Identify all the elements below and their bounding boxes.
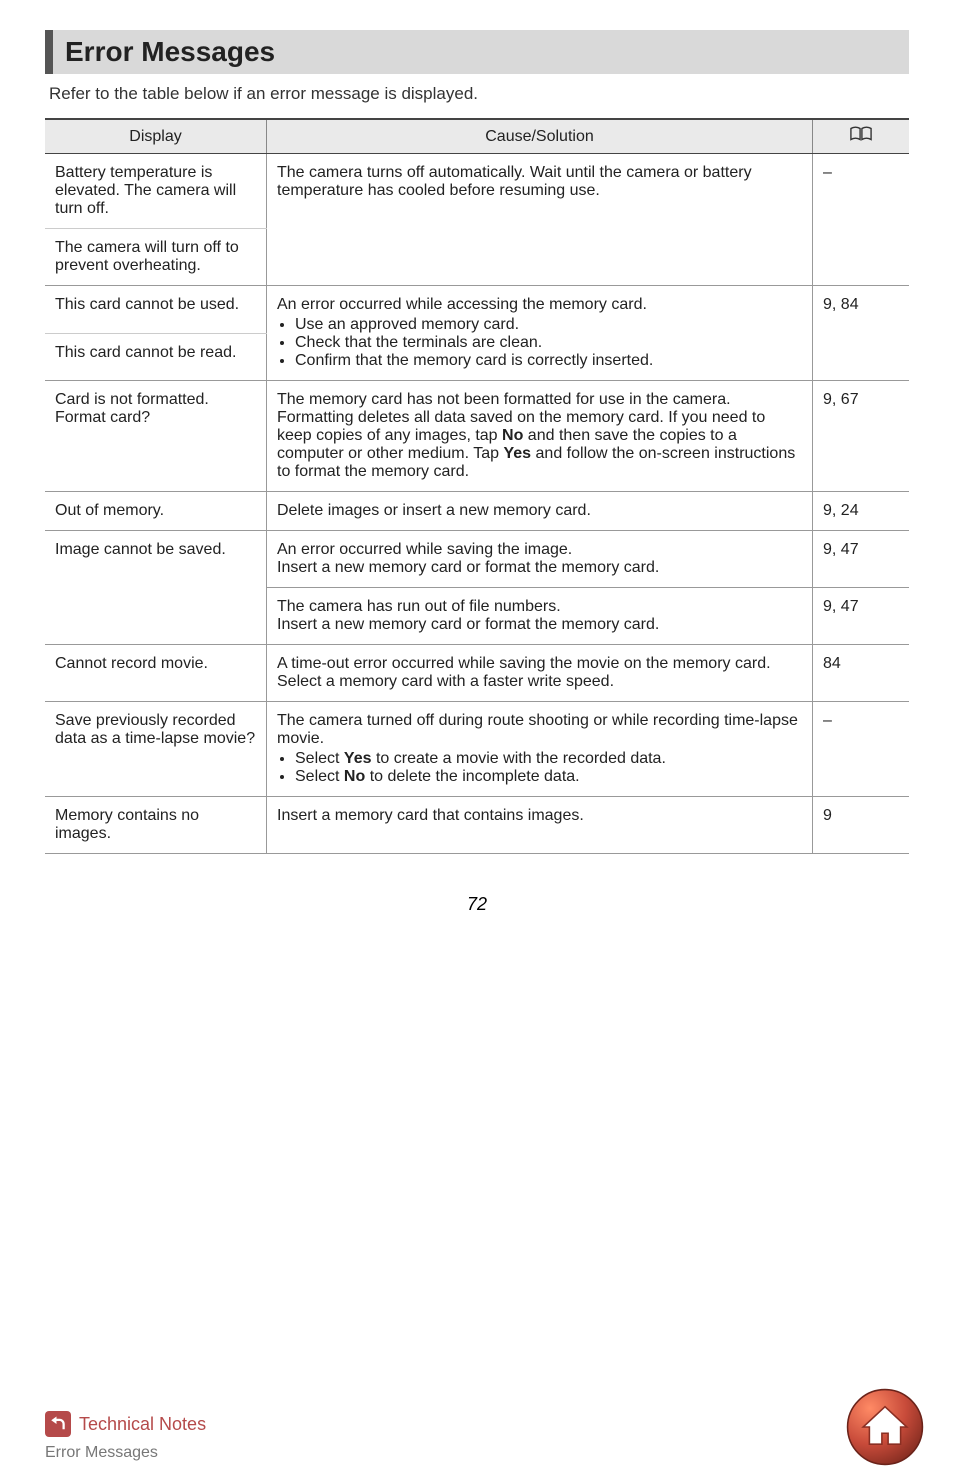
th-display: Display (45, 119, 267, 154)
cause-lead: An error occurred while accessing the me… (277, 296, 647, 313)
table-row: Battery temperature is elevated. The cam… (45, 154, 909, 229)
table-row: Cannot record movie. A time-out error oc… (45, 645, 909, 702)
cause-bullet: Use an approved memory card. (295, 316, 802, 334)
cell-ref: 9, 24 (813, 492, 910, 531)
page-number: 72 (45, 894, 909, 915)
cause-lead: The camera turned off during route shoot… (277, 712, 798, 747)
cell-ref: 9, 47 (813, 588, 910, 645)
cell-ref: 9 (813, 797, 910, 854)
cell-display: Battery temperature is elevated. The cam… (45, 154, 267, 229)
table-row: Image cannot be saved. An error occurred… (45, 531, 909, 588)
table-row: Out of memory. Delete images or insert a… (45, 492, 909, 531)
cell-display: Cannot record movie. (45, 645, 267, 702)
cause-bullet: Select Yes to create a movie with the re… (295, 750, 802, 768)
th-cause: Cause/Solution (267, 119, 813, 154)
intro-text: Refer to the table below if an error mes… (49, 84, 905, 104)
cell-ref: – (813, 702, 910, 797)
cell-display: Save previously recorded data as a time-… (45, 702, 267, 797)
cell-display: This card cannot be used. (45, 286, 267, 334)
cell-cause: An error occurred while accessing the me… (267, 286, 813, 381)
cell-cause: The camera has run out of file numbers.I… (267, 588, 813, 645)
cell-ref: 84 (813, 645, 910, 702)
cell-display: Out of memory. (45, 492, 267, 531)
cause-bullet: Check that the terminals are clean. (295, 334, 802, 352)
cell-cause: A time-out error occurred while saving t… (267, 645, 813, 702)
section-label: Technical Notes (79, 1414, 206, 1435)
table-row: Save previously recorded data as a time-… (45, 702, 909, 797)
cell-cause: The camera turned off during route shoot… (267, 702, 813, 797)
cause-bullet: Select No to delete the incomplete data. (295, 768, 802, 786)
book-icon (850, 129, 872, 146)
table-row: This card cannot be used. An error occur… (45, 286, 909, 334)
cell-display: Memory contains no images. (45, 797, 267, 854)
page-title: Error Messages (45, 30, 909, 74)
cell-ref: 9, 47 (813, 531, 910, 588)
home-button[interactable] (846, 1388, 924, 1466)
cell-cause: The memory card has not been formatted f… (267, 381, 813, 492)
cell-ref: – (813, 154, 910, 286)
cause-bullet: Confirm that the memory card is correctl… (295, 352, 802, 370)
table-row: Card is not formatted. Format card? The … (45, 381, 909, 492)
error-table: Display Cause/Solution Battery temperatu… (45, 118, 909, 854)
back-arrow-icon (45, 1411, 71, 1437)
table-row: Memory contains no images. Insert a memo… (45, 797, 909, 854)
cell-display: This card cannot be read. (45, 333, 267, 381)
section-badge[interactable]: Technical Notes (45, 1411, 206, 1437)
breadcrumb: Error Messages (45, 1444, 909, 1462)
cell-ref: 9, 84 (813, 286, 910, 381)
cell-display: Card is not formatted. Format card? (45, 381, 267, 492)
cell-display: The camera will turn off to prevent over… (45, 229, 267, 286)
cell-cause: Delete images or insert a new memory car… (267, 492, 813, 531)
cell-ref: 9, 67 (813, 381, 910, 492)
cell-display: Image cannot be saved. (45, 531, 267, 645)
cell-cause: An error occurred while saving the image… (267, 531, 813, 588)
cell-cause: Insert a memory card that contains image… (267, 797, 813, 854)
cell-cause: The camera turns off automatically. Wait… (267, 154, 813, 286)
th-ref (813, 119, 910, 154)
